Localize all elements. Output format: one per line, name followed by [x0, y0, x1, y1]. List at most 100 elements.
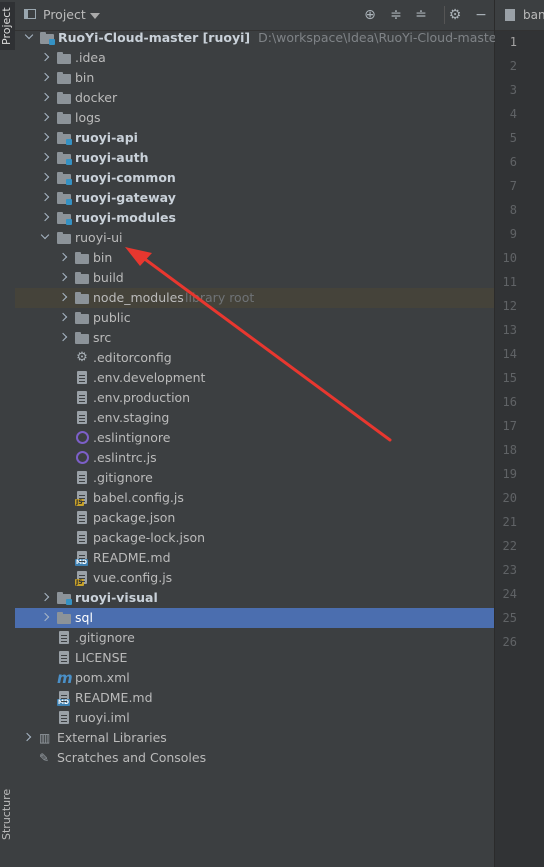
tree-item-license[interactable]: LICENSE: [15, 648, 494, 668]
chevron-right-icon[interactable]: [40, 52, 50, 62]
project-panel: Project ⊕ ≑ ≐ ⚙ − RuoYi-Cloud-master [ru…: [15, 0, 502, 867]
tree-item-scratches-and-consoles[interactable]: ✎ Scratches and Consoles: [15, 748, 494, 768]
tree-item-env-development[interactable]: .env.development: [15, 368, 494, 388]
project-tool-tab[interactable]: Project: [0, 2, 15, 50]
chevron-right-icon[interactable]: [40, 192, 50, 202]
folder-icon: [75, 311, 89, 325]
tree-item-docker[interactable]: docker: [15, 88, 494, 108]
chevron-right-icon[interactable]: [40, 592, 50, 602]
line-number: 18: [502, 443, 517, 457]
tree-item-label: pom.xml: [75, 670, 130, 685]
panel-header: Project ⊕ ≑ ≐ ⚙ −: [15, 0, 494, 31]
line-number: 25: [502, 611, 517, 625]
chevron-right-icon[interactable]: [40, 172, 50, 182]
tree-item-public[interactable]: public: [15, 308, 494, 328]
js-file-icon: JS: [75, 491, 89, 506]
tree-item-editorconfig[interactable]: ⚙ .editorconfig: [15, 348, 494, 368]
tree-item-babel-config-js[interactable]: JS babel.config.js: [15, 488, 494, 508]
tree-item-ruoyi-api[interactable]: ruoyi-api: [15, 128, 494, 148]
line-number: 12: [502, 299, 517, 313]
settings-icon[interactable]: ⚙: [447, 7, 463, 23]
module-folder-icon: [57, 171, 72, 185]
locate-icon[interactable]: ⊕: [362, 7, 378, 23]
tree-item-bin[interactable]: bin: [15, 68, 494, 88]
tree-item-label: ruoyi-auth: [75, 150, 149, 165]
line-number: 11: [502, 275, 517, 289]
folder-icon: [57, 231, 71, 245]
chevron-down-icon[interactable]: [40, 230, 50, 240]
tree-item-ruoyi-modules[interactable]: ruoyi-modules: [15, 208, 494, 228]
structure-tool-tab[interactable]: Structure: [0, 788, 15, 840]
tree-item-ruoyi-common[interactable]: ruoyi-common: [15, 168, 494, 188]
tree-item-ruoyi-iml[interactable]: ruoyi.iml: [15, 708, 494, 728]
tree-item-label: babel.config.js: [93, 490, 184, 505]
editor-area: ban 1 2 3 4 5 6 7 8 9 10 11 12 13 14 15 16 17 18 19 20 21 22 2…: [495, 0, 544, 867]
chevron-right-icon[interactable]: [58, 252, 68, 262]
panel-title[interactable]: Project: [43, 7, 86, 22]
line-number: 4: [509, 107, 517, 121]
chevron-right-icon[interactable]: [40, 112, 50, 122]
folder-icon: [57, 91, 71, 105]
tree-item-ruoyi-gateway[interactable]: ruoyi-gateway: [15, 188, 494, 208]
maven-icon: m: [57, 669, 73, 687]
line-number: 22: [502, 539, 517, 553]
chevron-right-icon[interactable]: [40, 92, 50, 102]
chevron-down-icon[interactable]: [24, 30, 34, 40]
line-number: 3: [509, 83, 517, 97]
chevron-right-icon[interactable]: [58, 332, 68, 342]
line-number: 23: [502, 563, 517, 577]
chevron-right-icon[interactable]: [40, 132, 50, 142]
tree-item-env-staging[interactable]: .env.staging: [15, 408, 494, 428]
chevron-right-icon[interactable]: [58, 292, 68, 302]
chevron-right-icon[interactable]: [22, 732, 32, 742]
tree-item-gitignore[interactable]: .gitignore: [15, 628, 494, 648]
tree-item-label: .gitignore: [75, 630, 135, 645]
tree-item-src[interactable]: src: [15, 328, 494, 348]
project-view-icon: [24, 9, 36, 19]
collapse-all-icon[interactable]: ≐: [413, 7, 429, 23]
module-folder-icon: [57, 191, 72, 205]
tree-item-idea[interactable]: .idea: [15, 48, 494, 68]
chevron-right-icon[interactable]: [40, 612, 50, 622]
editor-tab[interactable]: ban: [495, 0, 544, 31]
tree-item-env-production[interactable]: .env.production: [15, 388, 494, 408]
tree-item-readme-md[interactable]: MD README.md: [15, 548, 494, 568]
tree-item-ruoyi-visual[interactable]: ruoyi-visual: [15, 588, 494, 608]
tree-item-node-modules[interactable]: node_modules library root: [15, 288, 494, 308]
tree-item-eslintignore[interactable]: .eslintignore: [15, 428, 494, 448]
file-icon: [75, 371, 89, 385]
tree-item-sql[interactable]: sql: [15, 608, 494, 628]
chevron-right-icon[interactable]: [40, 72, 50, 82]
tree-item-bin[interactable]: bin: [15, 248, 494, 268]
tree-item-label: node_modules: [93, 290, 184, 305]
tree-item-label: .gitignore: [93, 470, 153, 485]
tree-item-external-libraries[interactable]: ▥ External Libraries: [15, 728, 494, 748]
folder-icon: [57, 71, 71, 85]
tree-item-label: src: [93, 330, 112, 345]
expand-all-icon[interactable]: ≑: [388, 7, 404, 23]
tree-item-readme-md[interactable]: MD README.md: [15, 688, 494, 708]
tree-item-eslintrc-js[interactable]: .eslintrc.js: [15, 448, 494, 468]
tree-item-build[interactable]: build: [15, 268, 494, 288]
tree-root-row[interactable]: RuoYi-Cloud-master [ruoyi] D:\workspace\I…: [15, 28, 502, 48]
tree-item-ruoyi-ui[interactable]: ruoyi-ui: [15, 228, 494, 248]
chevron-right-icon[interactable]: [40, 212, 50, 222]
markdown-file-icon: MD: [75, 551, 89, 566]
chevron-right-icon[interactable]: [40, 152, 50, 162]
tree-item-pom-xml[interactable]: m pom.xml: [15, 668, 494, 688]
folder-icon: [75, 271, 89, 285]
tree-item-ruoyi-auth[interactable]: ruoyi-auth: [15, 148, 494, 168]
tree-item-package-lock-json[interactable]: package-lock.json: [15, 528, 494, 548]
line-number: 10: [502, 251, 517, 265]
chevron-right-icon[interactable]: [58, 272, 68, 282]
tree-item-gitignore[interactable]: .gitignore: [15, 468, 494, 488]
tree-item-logs[interactable]: logs: [15, 108, 494, 128]
view-dropdown-icon[interactable]: [90, 13, 100, 19]
tree-item-label: ruoyi-gateway: [75, 190, 176, 205]
tree-item-vue-config-js[interactable]: JS vue.config.js: [15, 568, 494, 588]
hide-icon[interactable]: −: [473, 7, 489, 23]
chevron-right-icon[interactable]: [58, 312, 68, 322]
tree-item-label: sql: [75, 610, 93, 625]
tree-item-package-json[interactable]: package.json: [15, 508, 494, 528]
root-path: D:\workspace\Idea\RuoYi-Cloud-master: [258, 30, 502, 45]
